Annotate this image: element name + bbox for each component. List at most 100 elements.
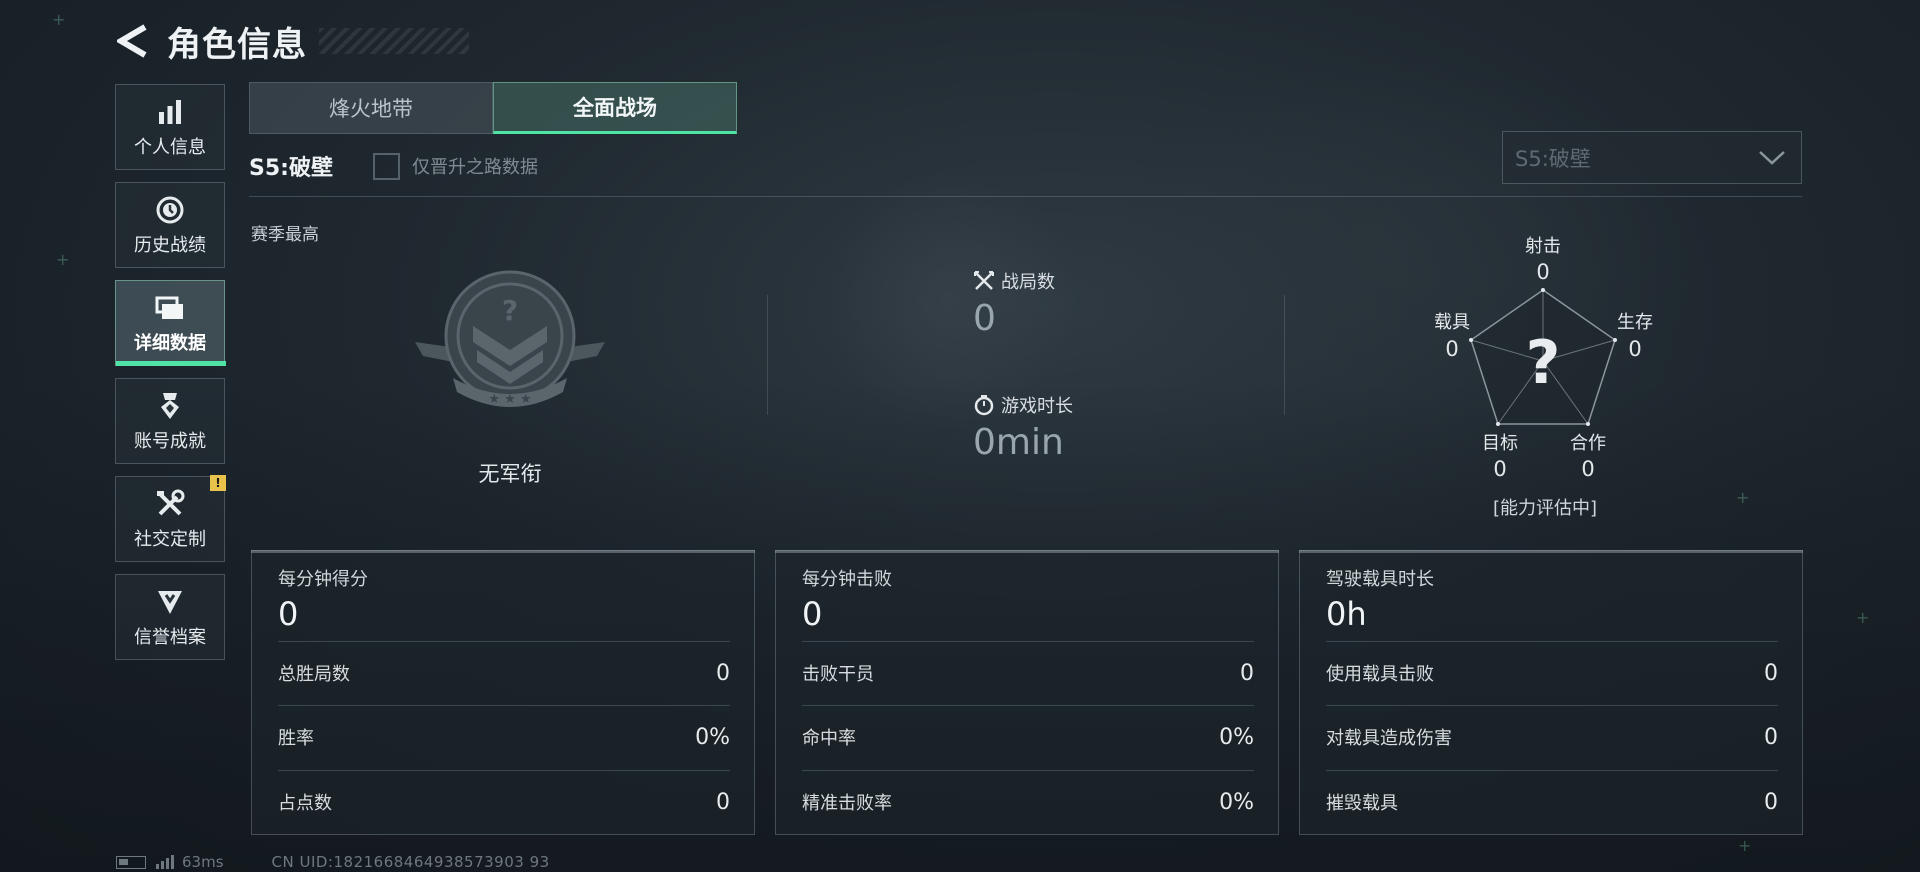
playtime-stat: 游戏时长 0min xyxy=(973,392,1073,463)
rank-emblem-icon: ? ★ ★ ★ xyxy=(413,270,607,424)
card-value: 0 xyxy=(278,595,299,633)
table-row: 总胜局数 0 xyxy=(278,658,730,688)
status-bar: 63ms CN UID:1821668464938573903 93 xyxy=(116,852,550,872)
season-dropdown[interactable]: S5:破壁 xyxy=(1502,131,1802,184)
battery-icon xyxy=(116,855,146,869)
sidebar-item-label: 个人信息 xyxy=(134,137,206,158)
table-row: 摧毁载具 0 xyxy=(1326,787,1778,817)
radar-label-survival: 生存 xyxy=(1617,312,1653,333)
user-uid: CN UID:1821668464938573903 93 xyxy=(271,853,550,871)
row-label: 精准击败率 xyxy=(802,793,892,814)
divider xyxy=(1326,641,1778,642)
sidebar-item-detailed-data[interactable]: 详细数据 xyxy=(115,280,226,366)
folder-icon xyxy=(153,291,187,325)
back-arrow-icon[interactable] xyxy=(115,23,149,59)
ability-radar: ? 射击 0 生存 0 合作 0 目标 0 载具 0 xyxy=(1400,228,1690,528)
promotion-only-checkbox[interactable] xyxy=(372,152,400,180)
sidebar-item-achievements[interactable]: 账号成就 xyxy=(115,378,225,464)
table-row: 击败干员 0 xyxy=(802,658,1254,688)
divider xyxy=(1284,295,1285,415)
playtime-label: 游戏时长 xyxy=(1001,396,1073,417)
row-label: 对载具造成伤害 xyxy=(1326,728,1452,749)
score-card: 每分钟得分 0 总胜局数 0 胜率 0% 占点数 0 xyxy=(251,550,755,835)
checkbox-label: 仅晋升之路数据 xyxy=(411,157,538,178)
row-label: 占点数 xyxy=(278,793,332,814)
crosshair-icon: + xyxy=(56,250,70,269)
table-row: 命中率 0% xyxy=(802,722,1254,752)
sidebar-item-label: 详细数据 xyxy=(134,333,206,354)
row-value: 0 xyxy=(716,660,730,686)
radar-center-mark: ? xyxy=(1525,328,1561,398)
radar-value-survival: 0 xyxy=(1628,337,1642,361)
medal-icon xyxy=(153,389,187,423)
divider xyxy=(802,705,1254,706)
tools-icon xyxy=(153,487,187,521)
shield-icon xyxy=(153,585,187,619)
chevron-down-icon xyxy=(1757,146,1787,172)
page-title: 角色信息 xyxy=(167,24,307,65)
divider xyxy=(278,641,730,642)
row-value: 0 xyxy=(716,789,730,815)
card-title: 每分钟击败 xyxy=(802,569,892,590)
mode-tabs: 烽火地带 全面战场 xyxy=(249,82,737,134)
row-label: 命中率 xyxy=(802,728,856,749)
table-row: 使用载具击败 0 xyxy=(1326,658,1778,688)
row-label: 摧毁载具 xyxy=(1326,793,1398,814)
sidebar-item-social-custom[interactable]: ! 社交定制 xyxy=(115,475,226,562)
season-label: S5:破壁 xyxy=(249,156,333,181)
crossed-swords-icon xyxy=(973,270,995,292)
row-value: 0% xyxy=(1219,789,1254,815)
sidebar-item-reputation[interactable]: 信誉档案 xyxy=(115,574,225,660)
sidebar: 个人信息 历史战绩 详细数据 账号成就 ! 社交定制 信誉档案 xyxy=(115,84,226,672)
sidebar-item-personal-info[interactable]: 个人信息 xyxy=(115,84,225,170)
vehicle-card: 驾驶载具时长 0h 使用载具击败 0 对载具造成伤害 0 摧毁载具 0 xyxy=(1299,550,1803,835)
svg-text:?: ? xyxy=(502,294,518,327)
row-label: 击败干员 xyxy=(802,664,874,685)
radar-value-vehicle: 0 xyxy=(1445,337,1459,361)
tab-hazard-zone[interactable]: 烽火地带 xyxy=(249,82,493,134)
row-value: 0% xyxy=(1219,724,1254,750)
radar-label-vehicle: 载具 xyxy=(1434,312,1470,333)
sidebar-item-label: 社交定制 xyxy=(134,529,206,550)
divider xyxy=(767,295,768,415)
title-decoration xyxy=(319,28,469,54)
card-title: 驾驶载具时长 xyxy=(1326,569,1434,590)
rank-name: 无军衔 xyxy=(478,462,542,486)
sidebar-item-label: 信誉档案 xyxy=(134,627,206,648)
row-value: 0 xyxy=(1240,660,1254,686)
radar-value-teamwork: 0 xyxy=(1581,457,1595,481)
row-value: 0 xyxy=(1764,660,1778,686)
table-row: 对载具造成伤害 0 xyxy=(1326,722,1778,752)
matches-value: 0 xyxy=(973,298,996,339)
ping-value: 63ms xyxy=(182,853,224,871)
radar-value-objective: 0 xyxy=(1493,457,1507,481)
row-value: 0% xyxy=(695,724,730,750)
radar-label-teamwork: 合作 xyxy=(1570,433,1606,454)
history-icon xyxy=(153,193,187,227)
matches-stat: 战局数 0 xyxy=(973,268,1055,339)
divider xyxy=(278,705,730,706)
row-label: 使用载具击败 xyxy=(1326,664,1434,685)
header: 角色信息 xyxy=(115,18,469,65)
divider xyxy=(802,641,1254,642)
divider xyxy=(249,196,1802,197)
table-row: 精准击败率 0% xyxy=(802,787,1254,817)
row-label: 胜率 xyxy=(278,728,314,749)
matches-label: 战局数 xyxy=(1001,272,1055,293)
sidebar-item-history[interactable]: 历史战绩 xyxy=(115,182,225,268)
notification-badge: ! xyxy=(210,475,226,491)
season-dropdown-value: S5:破壁 xyxy=(1515,146,1591,171)
table-row: 胜率 0% xyxy=(278,722,730,752)
bar-chart-icon xyxy=(153,95,187,129)
tab-full-battlefield[interactable]: 全面战场 xyxy=(493,82,737,134)
crosshair-icon: + xyxy=(1856,608,1870,627)
card-value: 0 xyxy=(802,595,823,633)
row-value: 0 xyxy=(1764,724,1778,750)
section-label: 赛季最高 xyxy=(251,225,319,245)
playtime-value: 0min xyxy=(973,422,1064,463)
row-label: 总胜局数 xyxy=(278,664,350,685)
radar-label-objective: 目标 xyxy=(1482,433,1518,454)
sidebar-item-label: 历史战绩 xyxy=(134,235,206,256)
kills-card: 每分钟击败 0 击败干员 0 命中率 0% 精准击败率 0% xyxy=(775,550,1279,835)
sidebar-item-label: 账号成就 xyxy=(134,431,206,452)
